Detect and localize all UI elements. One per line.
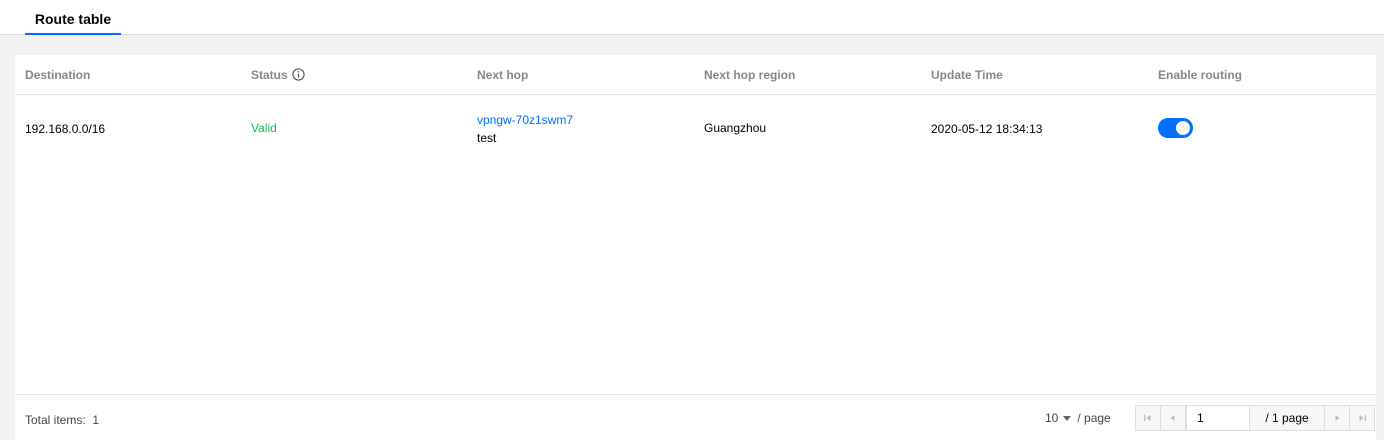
total-items-label: Total items: bbox=[25, 413, 86, 427]
total-items-value: 1 bbox=[92, 413, 100, 427]
update-time-cell: 2020-05-12 18:34:13 bbox=[931, 122, 1043, 136]
column-enable-routing: Enable routing bbox=[1158, 68, 1242, 82]
chevron-down-icon[interactable] bbox=[1063, 416, 1072, 421]
tab-bar: Route table bbox=[0, 0, 1384, 35]
table-row: 192.168.0.0/16 Valid vpngw-70z1swm7 test… bbox=[15, 95, 1376, 160]
next-page-icon bbox=[1335, 415, 1340, 421]
table-header: Destination Status Next hop Next hop reg… bbox=[15, 55, 1376, 95]
next-hop-region-cell: Guangzhou bbox=[704, 121, 767, 135]
table-footer: Total items: 1 10 / page / 1 page bbox=[15, 394, 1376, 440]
next-page-button[interactable] bbox=[1325, 406, 1350, 430]
column-update-time: Update Time bbox=[931, 68, 1003, 82]
last-page-button[interactable] bbox=[1350, 406, 1374, 430]
page-size-select[interactable]: 10 / page bbox=[1045, 411, 1111, 425]
page-size-value: 10 bbox=[1045, 411, 1059, 425]
toggle-knob bbox=[1176, 121, 1190, 135]
column-destination: Destination bbox=[25, 68, 91, 82]
column-status: Status bbox=[251, 68, 305, 82]
page-size-suffix: / page bbox=[1077, 411, 1111, 425]
pagination: / 1 page bbox=[1135, 405, 1375, 431]
route-table-panel: Destination Status Next hop Next hop reg… bbox=[15, 55, 1376, 440]
column-status-label: Status bbox=[251, 68, 288, 82]
info-circle-icon[interactable] bbox=[292, 68, 305, 81]
prev-page-icon bbox=[1170, 415, 1175, 421]
page-number-input[interactable] bbox=[1186, 406, 1250, 430]
status-badge: Valid bbox=[251, 121, 277, 135]
first-page-button[interactable] bbox=[1136, 406, 1161, 430]
next-hop-link[interactable]: vpngw-70z1swm7 bbox=[477, 113, 573, 127]
column-next-hop-region: Next hop region bbox=[704, 68, 796, 82]
total-items: Total items: 1 bbox=[25, 413, 99, 427]
first-page-icon bbox=[1144, 415, 1151, 421]
last-page-icon bbox=[1359, 415, 1366, 421]
column-next-hop: Next hop bbox=[477, 68, 529, 82]
prev-page-button[interactable] bbox=[1161, 406, 1186, 430]
next-hop-name: test bbox=[477, 131, 497, 145]
destination-cell: 192.168.0.0/16 bbox=[25, 122, 106, 136]
enable-routing-toggle[interactable] bbox=[1158, 118, 1193, 138]
total-pages: / 1 page bbox=[1250, 406, 1325, 430]
tab-route-table[interactable]: Route table bbox=[25, 0, 121, 35]
